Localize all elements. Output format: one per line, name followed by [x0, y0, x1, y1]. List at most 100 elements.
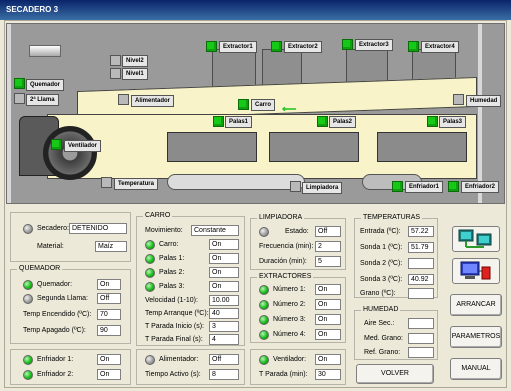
- palas2-led: [317, 116, 328, 127]
- extractor-3-label[interactable]: Extractor3: [355, 39, 393, 51]
- nivel2-indicator: [110, 55, 121, 66]
- computer-icon: [460, 261, 491, 280]
- ventilador-label: Ventilador:: [273, 356, 307, 363]
- temp-encendido-label: Temp Encendido (ºC):: [23, 311, 92, 318]
- right-wall: [478, 24, 482, 203]
- nivel2-label[interactable]: Nivel2: [122, 55, 148, 67]
- alimentador-diagram-label[interactable]: Alimentador: [131, 95, 175, 107]
- carro-panel: CARRO Movimiento: Constante Carro: On Pa…: [136, 212, 245, 346]
- enfriador2-status-led: [23, 370, 33, 380]
- extractor-1-label[interactable]: Extractor1: [219, 41, 257, 53]
- enfriador2-label: Enfriador 2:: [37, 371, 74, 378]
- carro-led: [238, 99, 249, 110]
- limpiadora-status-led: [259, 227, 269, 237]
- volver-button[interactable]: VOLVER: [356, 364, 434, 384]
- enfriador2-field: On: [97, 369, 121, 380]
- aire-sec-label: Aire Sec.:: [364, 320, 395, 327]
- carro-label: Carro:: [159, 241, 179, 248]
- extractor-3-led: [342, 39, 353, 50]
- extractor-2-label[interactable]: Extractor2: [284, 41, 322, 53]
- network-button[interactable]: [452, 226, 500, 252]
- quemador-field: On: [97, 279, 121, 290]
- quemador-led: [14, 78, 25, 89]
- alimentador-indicator: [118, 94, 129, 105]
- title-bar: SECADERO 3: [0, 0, 511, 20]
- quemador-label: Quemador:: [37, 281, 73, 288]
- material-label: Material:: [37, 243, 64, 250]
- sonda3-label: Sonda 3 (ºC):: [360, 276, 403, 283]
- enfriador1-diagram-label[interactable]: Enfriador1: [405, 181, 444, 193]
- manual-button[interactable]: MANUAL: [450, 358, 502, 380]
- extractor-n3-led: [259, 315, 269, 325]
- extractor-n1-led: [259, 285, 269, 295]
- secadero-label: Secadero:: [37, 225, 69, 232]
- palas2-label: Palas 2:: [159, 269, 185, 276]
- ventilador-status-led: [259, 355, 269, 365]
- temp-encendido-field: 70: [97, 309, 121, 320]
- enfriador1-label: Enfriador 1:: [37, 356, 74, 363]
- tiempo-activo-label: Tiempo Activo (s):: [145, 371, 201, 378]
- extractores-title: EXTRACTORES: [257, 273, 314, 280]
- aire-sec-field: [408, 318, 434, 329]
- paddle-unit-3: [377, 132, 467, 162]
- ventilador-diagram-label[interactable]: Ventilador: [64, 140, 102, 152]
- palas1-status-led: [145, 254, 155, 264]
- enfriador1-led: [392, 181, 403, 192]
- t-parada-label: T Parada (min):: [259, 371, 308, 378]
- movimiento-field: Constante: [191, 225, 239, 236]
- alimentador-field: Off: [209, 354, 239, 365]
- sonda2-field: [408, 258, 434, 269]
- enfriador2-diagram-label[interactable]: Enfriador2: [461, 181, 500, 193]
- ref-grano-label: Ref. Grano:: [364, 349, 401, 356]
- quemador-title: QUEMADOR: [17, 265, 63, 272]
- enfriadores-panel: Enfriador 1: On Enfriador 2: On: [10, 349, 131, 385]
- extractor-n3-label: Número 3:: [273, 316, 306, 323]
- entrada-field: 57.22: [408, 226, 434, 237]
- arrancar-button[interactable]: ARRANCAR: [450, 294, 502, 316]
- palas3-diagram-label[interactable]: Palas3: [439, 116, 467, 128]
- palas2-diagram-label[interactable]: Palas2: [329, 116, 357, 128]
- material-field: Maíz: [95, 241, 127, 252]
- duracion-label: Duración (min):: [259, 258, 307, 265]
- temperatura-diagram-label[interactable]: Temperatura: [114, 178, 158, 190]
- t-parada-final-label: T Parada Final (s):: [145, 336, 203, 343]
- extractor-n4-label: Número 4:: [273, 331, 306, 338]
- med-grano-label: Med. Grano:: [364, 335, 403, 342]
- extractor-1-led: [206, 41, 217, 52]
- lower-belt: [167, 174, 305, 190]
- segunda-llama-diagram-label[interactable]: 2ª Llama: [26, 94, 59, 106]
- temp-apagado-label: Temp Apagado (ºC):: [23, 327, 86, 334]
- palas3-label: Palas 3:: [159, 283, 185, 290]
- palas1-diagram-label[interactable]: Palas1: [225, 116, 253, 128]
- sonda1-label: Sonda 1 (ºC):: [360, 244, 403, 251]
- fan-wheel: [43, 126, 97, 180]
- palas2-field: On: [209, 267, 239, 278]
- humedad-title: HUMEDAD: [361, 306, 401, 313]
- humedad-diagram-label[interactable]: Humedad: [466, 95, 502, 107]
- sonda1-field: 51.79: [408, 242, 434, 253]
- segunda-llama-field: Off: [97, 293, 121, 304]
- quemador-diagram-label[interactable]: Quemador: [26, 79, 65, 91]
- limpiadora-diagram-label[interactable]: Limpiadora: [302, 182, 343, 194]
- quemador-panel: QUEMADOR Quemador: On Segunda Llama: Off…: [10, 265, 131, 344]
- left-wall: [7, 24, 11, 203]
- ventilador-panel: Ventilador: On T Parada (min): 30: [250, 349, 346, 385]
- extractor-2-led: [271, 41, 282, 52]
- parametros-button[interactable]: PARAMETROS: [450, 326, 502, 348]
- level-indicator: [29, 45, 61, 57]
- window-title: SECADERO 3: [6, 5, 59, 14]
- segunda-llama-label: Segunda Llama:: [37, 295, 88, 302]
- carro-diagram-label[interactable]: Carro: [251, 99, 276, 111]
- alimentador-panel: Alimentador: Off Tiempo Activo (s): 8: [136, 349, 245, 385]
- network-icon: [458, 229, 492, 248]
- temp-arranque-field: 40: [209, 308, 239, 319]
- palas1-field: On: [209, 253, 239, 264]
- extractor-n2-label: Número 2:: [273, 301, 306, 308]
- nivel1-label[interactable]: Nivel1: [122, 68, 148, 80]
- computer-button[interactable]: [452, 258, 500, 284]
- nivel1-indicator: [110, 68, 121, 79]
- limpiadora-estado-label: Estado:: [285, 228, 309, 235]
- direction-arrow-icon: ⟵: [282, 104, 297, 115]
- palas2-status-led: [145, 268, 155, 278]
- extractor-4-label[interactable]: Extractor4: [421, 41, 459, 53]
